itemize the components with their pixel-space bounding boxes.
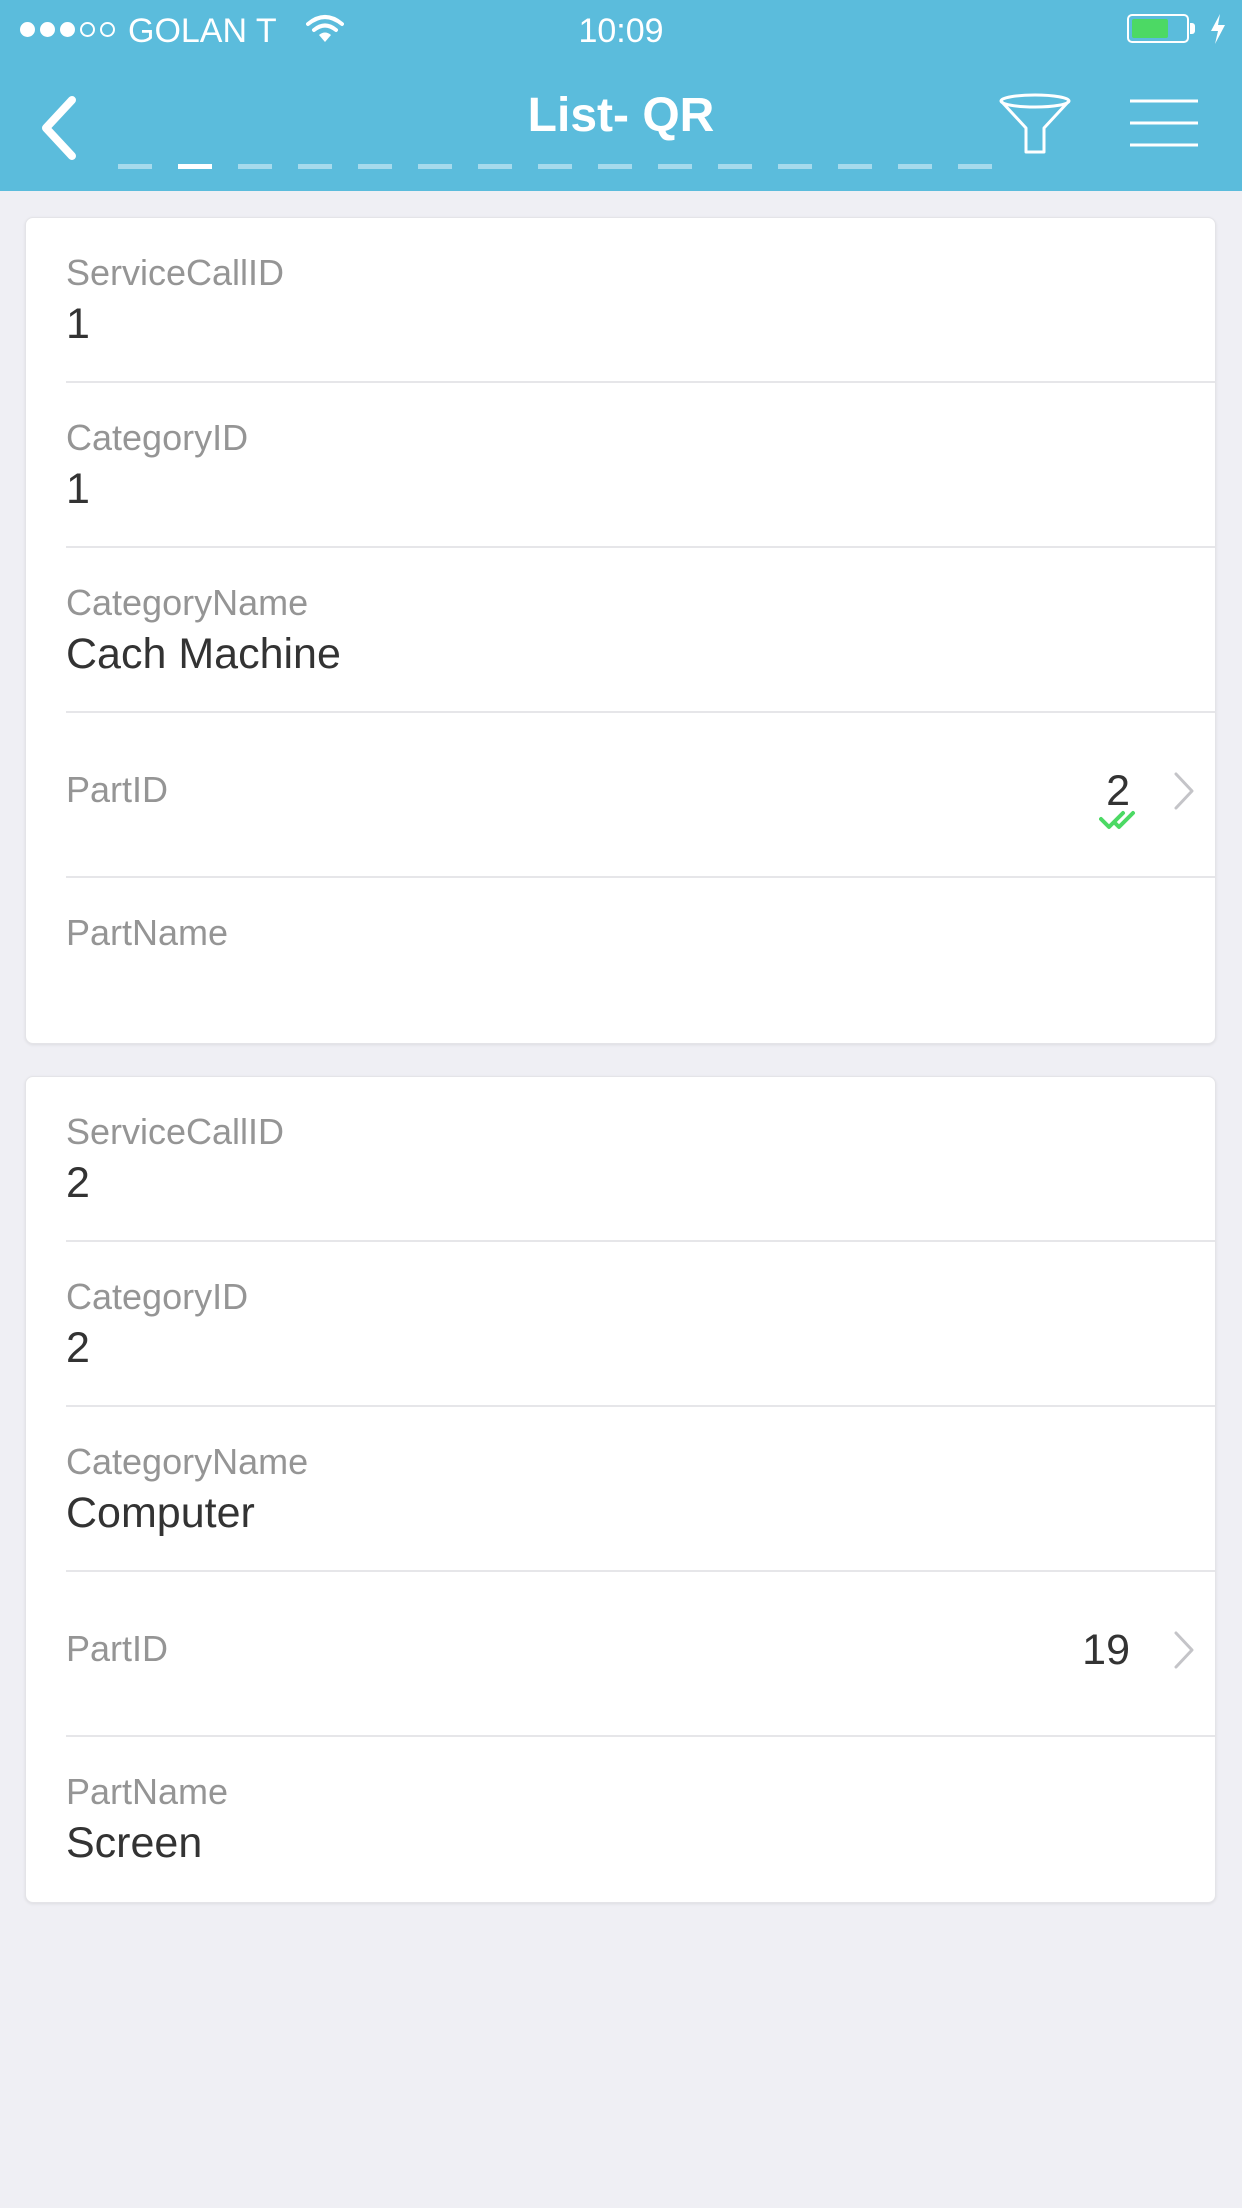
battery-level — [1132, 19, 1168, 38]
page-indicator-dash[interactable] — [238, 164, 272, 169]
page-indicator-dash[interactable] — [718, 164, 752, 169]
field-value: Screen — [66, 1819, 203, 1867]
clock: 10:09 — [578, 12, 664, 50]
page-indicator-dash[interactable] — [898, 164, 932, 169]
field-label: PartName — [66, 1771, 229, 1812]
app-header: GOLAN T 10:09 List- QR — [0, 0, 1242, 191]
field-row-categoryid: CategoryID 1 — [66, 383, 1215, 548]
filter-button[interactable] — [990, 88, 1080, 158]
charging-icon — [1208, 14, 1228, 49]
page-indicator — [118, 164, 992, 169]
field-label: PartID — [66, 769, 169, 810]
field-row-partid-link[interactable]: PartID 2 — [66, 713, 1215, 878]
page-indicator-dash[interactable] — [598, 164, 632, 169]
field-row-servicecallid: ServiceCallID 1 — [66, 218, 1215, 383]
funnel-icon — [999, 93, 1071, 154]
field-value: 1 — [66, 465, 90, 513]
field-value: 19 — [1082, 1626, 1130, 1674]
status-bar: GOLAN T 10:09 — [0, 0, 1242, 60]
field-row-partid-link[interactable]: PartID 19 — [66, 1572, 1215, 1737]
field-label: CategoryName — [66, 582, 309, 623]
page-indicator-dash[interactable] — [658, 164, 692, 169]
page-indicator-dash[interactable] — [958, 164, 992, 169]
page-indicator-dash[interactable] — [418, 164, 452, 169]
battery-tip — [1190, 23, 1195, 34]
field-row-partname: PartName Screen — [66, 1737, 1215, 1902]
double-check-icon — [1099, 809, 1145, 836]
field-label: ServiceCallID — [66, 252, 285, 293]
field-row-categoryname: CategoryName Cach Machine — [66, 548, 1215, 713]
field-value: Computer — [66, 1489, 255, 1537]
field-row-categoryname: CategoryName Computer — [66, 1407, 1215, 1572]
page-indicator-dash[interactable] — [838, 164, 872, 169]
field-label: PartName — [66, 912, 229, 953]
field-label: CategoryName — [66, 1441, 309, 1482]
field-row-partname: PartName — [66, 878, 1215, 1043]
battery-icon — [1127, 14, 1189, 43]
hamburger-menu-icon — [1130, 99, 1198, 147]
field-label: CategoryID — [66, 1276, 249, 1317]
menu-button[interactable] — [1124, 90, 1204, 156]
field-row-servicecallid: ServiceCallID 2 — [66, 1077, 1215, 1242]
page-indicator-dash[interactable] — [478, 164, 512, 169]
page-indicator-dash[interactable] — [778, 164, 812, 169]
field-value: Cach Machine — [66, 630, 341, 678]
record-card: ServiceCallID 1 CategoryID 1 CategoryNam… — [25, 217, 1216, 1044]
page-indicator-dash[interactable] — [178, 164, 212, 169]
field-row-categoryid: CategoryID 2 — [66, 1242, 1215, 1407]
field-value: 2 — [66, 1159, 90, 1207]
field-value: 2 — [66, 1324, 90, 1372]
page-indicator-dash[interactable] — [298, 164, 332, 169]
field-value: 1 — [66, 300, 90, 348]
page-indicator-dash[interactable] — [538, 164, 572, 169]
page-indicator-dash[interactable] — [358, 164, 392, 169]
field-label: CategoryID — [66, 417, 249, 458]
chevron-right-icon — [1173, 1630, 1195, 1675]
page-indicator-dash[interactable] — [118, 164, 152, 169]
field-label: PartID — [66, 1628, 169, 1669]
chevron-right-icon — [1173, 771, 1195, 816]
record-card: ServiceCallID 2 CategoryID 2 CategoryNam… — [25, 1076, 1216, 1903]
field-label: ServiceCallID — [66, 1111, 285, 1152]
